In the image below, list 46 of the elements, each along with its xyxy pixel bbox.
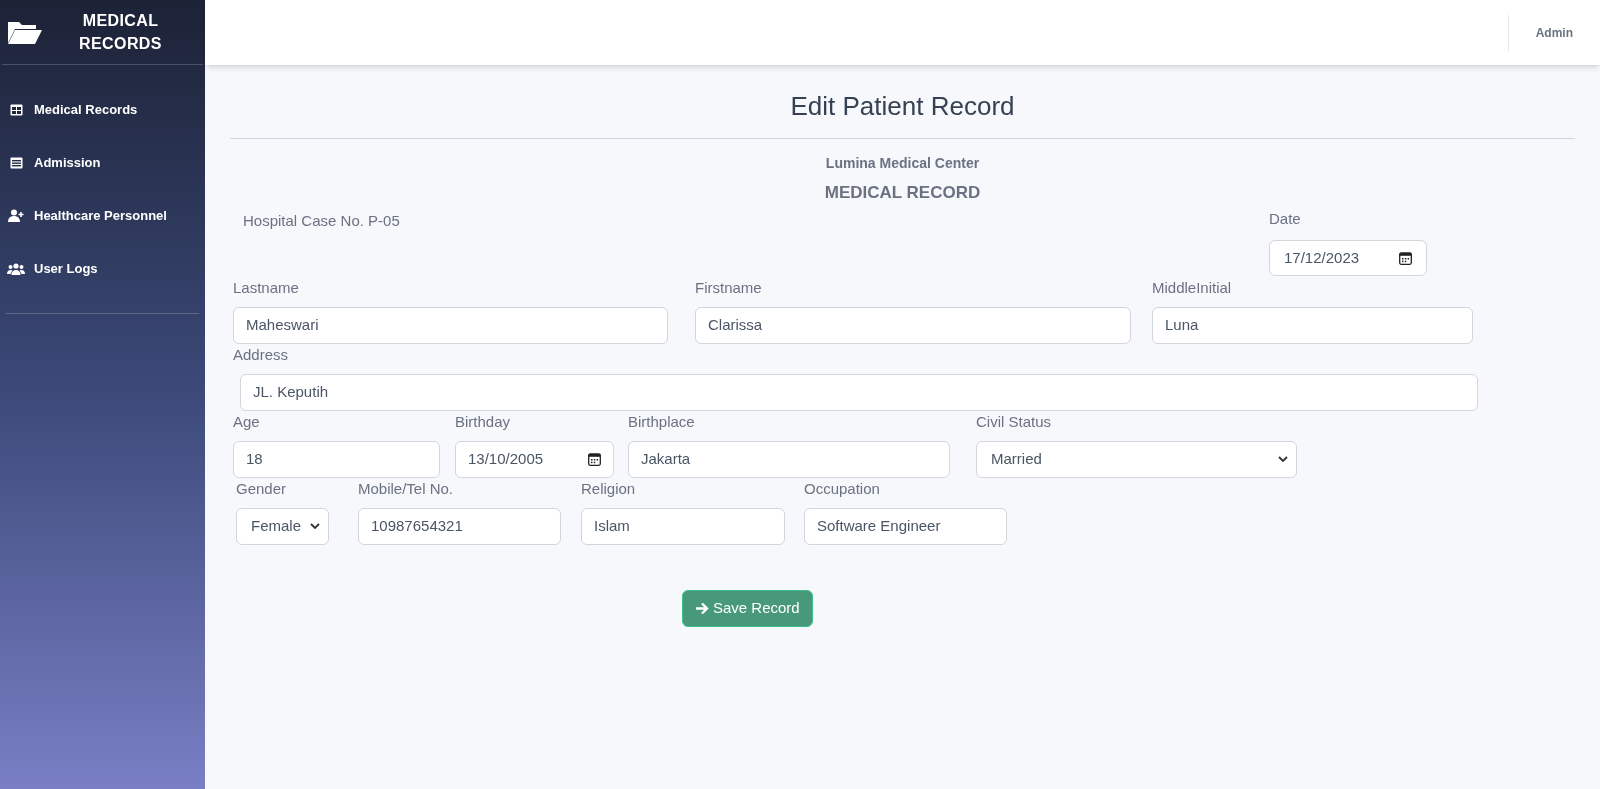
sidebar-item[interactable]: Medical Records — [6, 83, 199, 136]
sidebar-item[interactable]: Admission — [6, 136, 199, 189]
field-label: Birthplace — [628, 412, 695, 431]
field-label: Firstname — [695, 278, 762, 297]
field-label: Lastname — [233, 278, 299, 297]
field-label: Occupation — [804, 479, 880, 498]
chevron-down-icon — [310, 523, 320, 530]
field-label: Birthday — [455, 412, 511, 431]
dropdown[interactable]: Female — [236, 508, 329, 545]
field-label: Religion — [581, 479, 636, 498]
date-field[interactable]: 13/10/2005 — [455, 441, 614, 478]
chevron-down-icon — [1278, 456, 1288, 463]
page-title: Edit Patient Record — [790, 90, 1015, 123]
field-label: Date — [1269, 208, 1301, 229]
input-field[interactable]: Software Engineer — [804, 508, 1007, 545]
user-plus-icon — [7, 209, 25, 222]
calendar-icon — [588, 453, 601, 466]
input-field[interactable]: 18 — [233, 441, 440, 478]
input-field[interactable]: Maheswari — [233, 307, 668, 344]
field-label: Gender — [236, 479, 287, 498]
field-label: Civil Status — [976, 412, 1052, 431]
hospital-name: Lumina Medical Center — [825, 154, 980, 173]
date-field[interactable]: 17/12/2023 — [1269, 240, 1427, 276]
case-number: Hospital Case No. P-05 — [243, 210, 400, 231]
input-field[interactable]: Jakarta — [628, 441, 950, 478]
input-field[interactable]: Clarissa — [695, 307, 1131, 344]
input-field[interactable]: Luna — [1152, 307, 1473, 344]
list-icon — [9, 156, 23, 169]
input-field[interactable]: 10987654321 — [358, 508, 561, 545]
field-label: MiddleInitial — [1152, 278, 1232, 297]
app-title: MEDICAL RECORDS — [78, 11, 163, 54]
table-icon — [9, 103, 23, 116]
field-label: Address — [233, 345, 289, 364]
user-name[interactable]: Admin — [1535, 23, 1573, 42]
users-icon — [7, 262, 25, 275]
field-label: Mobile/Tel No. — [358, 479, 454, 498]
arrow-right-icon — [695, 602, 709, 615]
calendar-icon — [1399, 251, 1412, 265]
input-field[interactable]: JL. Keputih — [240, 374, 1478, 411]
record-heading: MEDICAL RECORD — [824, 182, 981, 204]
folder-icon — [7, 19, 43, 45]
sidebar-item[interactable]: Healthcare Personnel — [6, 189, 199, 242]
input-field[interactable]: Islam — [581, 508, 785, 545]
sidebar-item[interactable]: User Logs — [6, 242, 199, 295]
dropdown[interactable]: Married — [976, 441, 1297, 478]
field-label: Age — [233, 412, 260, 431]
